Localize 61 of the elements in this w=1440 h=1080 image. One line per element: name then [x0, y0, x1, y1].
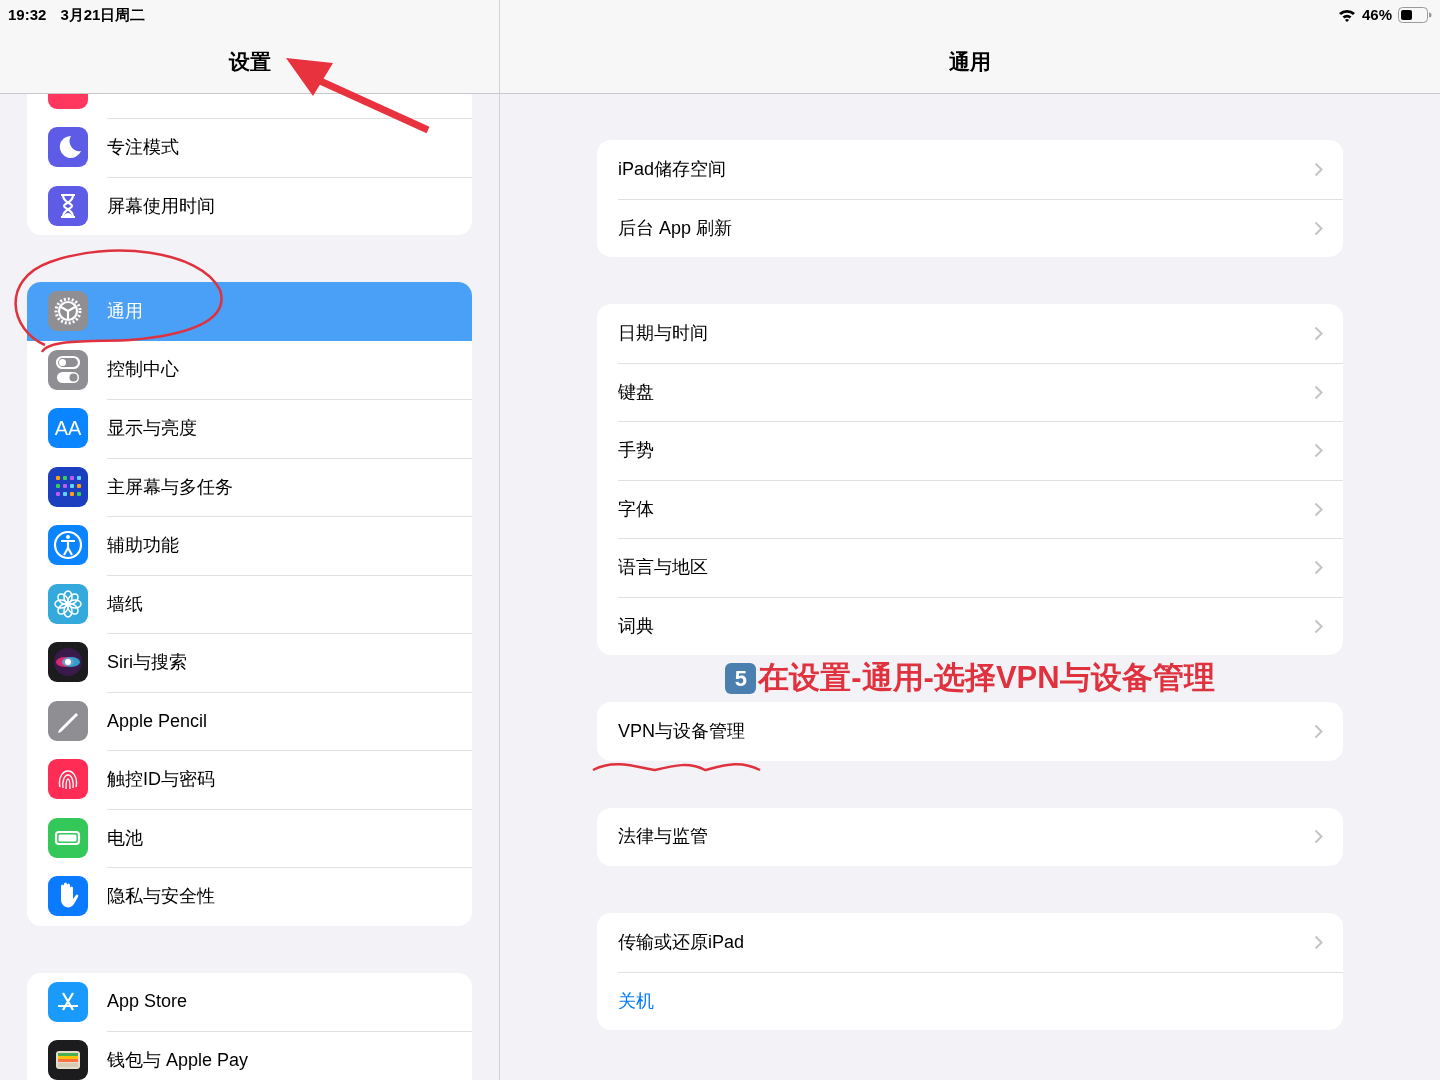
app-store-icon — [48, 981, 88, 1022]
chevron-icon — [1314, 723, 1323, 739]
chevron-icon — [1314, 501, 1323, 517]
settings-item[interactable]: 传输或还原iPad — [618, 913, 1343, 972]
display-icon: AA — [48, 408, 88, 449]
settings-item[interactable]: VPN与设备管理 — [618, 702, 1343, 761]
settings-item[interactable]: iPad储存空间 — [618, 140, 1343, 199]
sidebar-item[interactable]: 墙纸 — [27, 574, 472, 633]
hand-icon — [48, 876, 88, 917]
app-grid-icon — [48, 466, 88, 507]
settings-item[interactable]: 字体 — [618, 479, 1343, 538]
pencil-icon — [48, 700, 88, 741]
settings-item[interactable]: 语言与地区 — [618, 538, 1343, 597]
sidebar-item[interactable]: AA 显示与亮度 — [27, 399, 472, 458]
flower-icon — [48, 583, 88, 624]
chevron-icon — [1314, 220, 1323, 236]
hourglass-icon — [48, 185, 88, 226]
sidebar-item[interactable]: 隐私与安全性 — [27, 867, 472, 926]
sidebar-item[interactable]: App Store — [27, 972, 472, 1031]
sidebar-title: 设置 — [228, 49, 271, 75]
sidebar-item[interactable]: Siri与搜索 — [27, 633, 472, 692]
chevron-icon — [1314, 384, 1323, 400]
chevron-icon — [1314, 829, 1323, 845]
sidebar-item[interactable]: 控制中心 — [27, 340, 472, 399]
sidebar-item[interactable]: 专注模式 — [27, 118, 472, 177]
battery-percentage: 46% — [1361, 5, 1392, 25]
settings-item[interactable]: 法律与监管 — [618, 807, 1343, 866]
chevron-icon — [1314, 560, 1323, 576]
sidebar-item[interactable]: 主屏幕与多任务 — [27, 457, 472, 516]
sidebar-item[interactable]: 钱包与 Apple Pay — [27, 1031, 472, 1080]
chevron-icon — [1314, 618, 1323, 634]
fingerprint-icon — [48, 759, 88, 800]
accessibility-icon — [48, 525, 88, 566]
status-time: 19:32 — [8, 5, 47, 25]
action-item[interactable]: 关机 — [618, 971, 1343, 1030]
settings-item[interactable]: 后台 App 刷新 — [618, 198, 1343, 257]
detail-title: 通用 — [949, 49, 991, 75]
chevron-icon — [1314, 325, 1323, 341]
sidebar-item[interactable]: Apple Pencil — [27, 691, 472, 750]
chevron-icon — [1314, 443, 1323, 459]
wallet-icon — [48, 1040, 88, 1080]
sidebar-item[interactable]: 触控ID与密码 — [27, 750, 472, 809]
annotation-caption: 在设置-通用-选择VPN与设备管理 — [758, 659, 1215, 698]
siri-icon — [48, 642, 88, 683]
gear-icon — [48, 291, 88, 332]
settings-item[interactable]: 手势 — [618, 421, 1343, 480]
sidebar-item[interactable]: 电池 — [27, 808, 472, 867]
settings-item[interactable]: 键盘 — [618, 362, 1343, 421]
sidebar-item[interactable]: 辅助功能 — [27, 516, 472, 575]
wifi-icon — [1337, 8, 1356, 23]
step-badge: 5 — [725, 663, 757, 694]
toggles-icon — [48, 349, 88, 390]
battery-icon — [1398, 7, 1432, 24]
chevron-icon — [1314, 161, 1323, 177]
settings-item[interactable]: 词典 — [618, 596, 1343, 655]
settings-item[interactable]: 日期与时间 — [618, 304, 1343, 363]
chevron-icon — [1314, 934, 1323, 950]
status-date: 3月21日周二 — [60, 5, 146, 25]
sidebar-item[interactable]: 屏幕使用时间 — [27, 176, 472, 235]
battery-icon — [48, 817, 88, 858]
moon-icon — [48, 127, 88, 168]
